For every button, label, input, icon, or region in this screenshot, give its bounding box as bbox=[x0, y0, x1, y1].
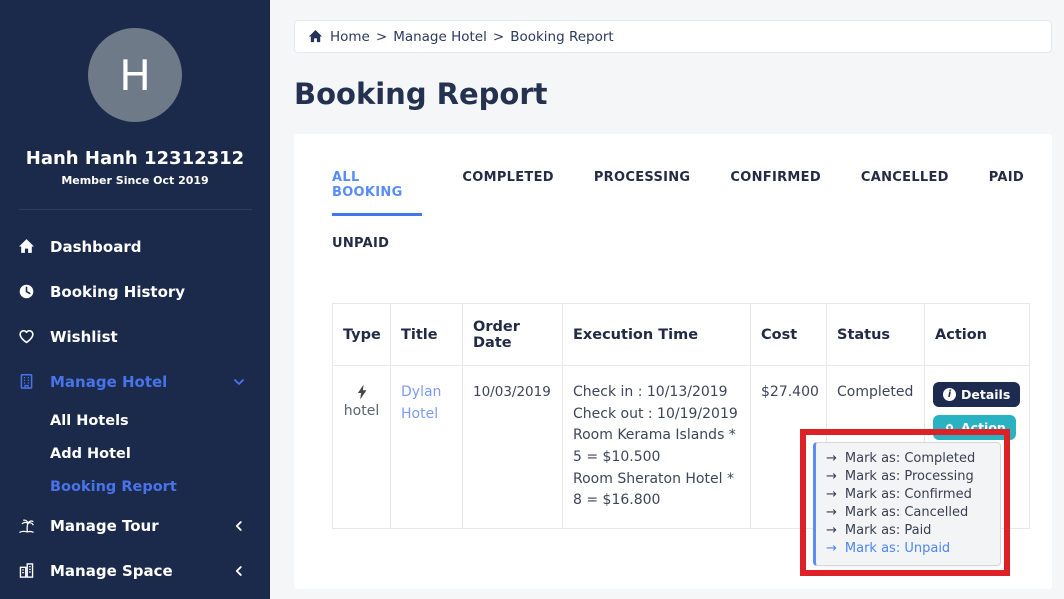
cell-order-date: 10/03/2019 bbox=[463, 366, 563, 529]
cost-value: $27.400 bbox=[761, 384, 819, 400]
menu-item-label: Mark as: Cancelled bbox=[845, 504, 968, 522]
menu-item-mark-confirmed[interactable]: → Mark as: Confirmed bbox=[816, 486, 1000, 504]
lightning-bolt-icon bbox=[355, 384, 369, 401]
menu-item-mark-completed[interactable]: → Mark as: Completed bbox=[816, 450, 1000, 468]
gears-icon bbox=[943, 421, 956, 434]
city-building-icon bbox=[18, 562, 35, 579]
arrow-right-icon: → bbox=[826, 540, 837, 558]
home-icon bbox=[308, 29, 323, 44]
sidebar-item-label: Manage Space bbox=[50, 562, 173, 580]
type-label: hotel bbox=[344, 403, 379, 419]
member-since: Member Since Oct 2019 bbox=[0, 174, 270, 187]
col-status: Status bbox=[827, 304, 925, 366]
tabs-row-2: UNPAID bbox=[332, 236, 1024, 267]
tab-cancelled[interactable]: CANCELLED bbox=[861, 170, 949, 216]
menu-item-label: Mark as: Paid bbox=[845, 522, 932, 540]
breadcrumb-home[interactable]: Home bbox=[330, 29, 370, 45]
cell-title: Dylan Hotel bbox=[391, 366, 463, 529]
menu-item-label: Mark as: Processing bbox=[845, 468, 974, 486]
table-header-row: Type Title Order Date Execution Time Cos… bbox=[333, 304, 1030, 366]
palm-tree-icon bbox=[18, 517, 35, 534]
user-name: Hanh Hanh 12312312 bbox=[0, 148, 270, 169]
sidebar-item-manage-space[interactable]: Manage Space bbox=[0, 548, 270, 593]
action-button[interactable]: Action bbox=[933, 415, 1016, 440]
hotel-title-link[interactable]: Dylan Hotel bbox=[401, 384, 441, 422]
arrow-right-icon: → bbox=[826, 504, 837, 522]
sidebar-item-label: Wishlist bbox=[50, 328, 118, 346]
sidebar-subitem-label: Add Hotel bbox=[50, 446, 131, 462]
tab-all-booking[interactable]: ALL BOOKING bbox=[332, 170, 422, 216]
col-execution-time: Execution Time bbox=[563, 304, 751, 366]
action-button-label: Action bbox=[961, 420, 1006, 435]
sidebar-item-label: Dashboard bbox=[50, 238, 141, 256]
sidebar-item-label: Manage Hotel bbox=[50, 373, 167, 391]
cell-type: hotel bbox=[333, 366, 391, 529]
col-action: Action bbox=[925, 304, 1030, 366]
mark-as-dropdown: → Mark as: Completed → Mark as: Processi… bbox=[813, 442, 1001, 566]
info-icon: i bbox=[943, 388, 956, 401]
tab-paid[interactable]: PAID bbox=[989, 170, 1024, 216]
chevron-down-icon bbox=[232, 375, 246, 389]
sidebar-subitem-add-hotel[interactable]: Add Hotel bbox=[0, 437, 270, 470]
heart-icon bbox=[18, 328, 35, 345]
clock-icon bbox=[18, 283, 35, 300]
sidebar-item-manage-tour[interactable]: Manage Tour bbox=[0, 503, 270, 548]
sidebar-item-label: Booking History bbox=[50, 283, 185, 301]
sidebar-subitem-booking-report[interactable]: Booking Report bbox=[0, 470, 270, 503]
execution-line: Check in : 10/13/2019 bbox=[573, 382, 740, 404]
hotel-building-icon bbox=[18, 373, 35, 390]
col-title: Title bbox=[391, 304, 463, 366]
tab-processing[interactable]: PROCESSING bbox=[594, 170, 691, 216]
order-date: 10/03/2019 bbox=[473, 384, 551, 400]
sidebar: H Hanh Hanh 12312312 Member Since Oct 20… bbox=[0, 0, 270, 599]
tabs: ALL BOOKING COMPLETED PROCESSING CONFIRM… bbox=[332, 170, 1024, 216]
sidebar-item-dashboard[interactable]: Dashboard bbox=[0, 224, 270, 269]
execution-line: Check out : 10/19/2019 bbox=[573, 404, 740, 426]
col-type: Type bbox=[333, 304, 391, 366]
arrow-right-icon: → bbox=[826, 450, 837, 468]
tab-unpaid[interactable]: UNPAID bbox=[332, 236, 389, 267]
avatar: H bbox=[88, 28, 182, 122]
sidebar-item-booking-history[interactable]: Booking History bbox=[0, 269, 270, 314]
main-content: Home > Manage Hotel > Booking Report Boo… bbox=[270, 0, 1064, 599]
col-cost: Cost bbox=[751, 304, 827, 366]
menu-item-mark-unpaid[interactable]: → Mark as: Unpaid bbox=[816, 540, 1000, 558]
page-title: Booking Report bbox=[294, 77, 1064, 111]
details-button-label: Details bbox=[961, 387, 1010, 402]
menu-item-label: Mark as: Completed bbox=[845, 450, 975, 468]
menu-item-label: Mark as: Confirmed bbox=[845, 486, 972, 504]
tab-confirmed[interactable]: CONFIRMED bbox=[730, 170, 821, 216]
breadcrumb-separator: > bbox=[493, 29, 504, 45]
breadcrumb: Home > Manage Hotel > Booking Report bbox=[294, 20, 1052, 53]
execution-line: Room Sheraton Hotel * 8 = $16.800 bbox=[573, 469, 740, 512]
home-icon bbox=[18, 238, 35, 255]
sidebar-item-label: Manage Tour bbox=[50, 517, 159, 535]
status-value: Completed bbox=[837, 384, 913, 400]
details-button[interactable]: i Details bbox=[933, 382, 1020, 407]
sidebar-item-wishlist[interactable]: Wishlist bbox=[0, 314, 270, 359]
sidebar-menu: Dashboard Booking History Wishlist Manag… bbox=[0, 224, 270, 593]
cell-execution-time: Check in : 10/13/2019 Check out : 10/19/… bbox=[563, 366, 751, 529]
sidebar-subitem-label: All Hotels bbox=[50, 413, 129, 429]
breadcrumb-current: Booking Report bbox=[510, 29, 614, 45]
chevron-left-icon bbox=[232, 519, 246, 533]
sidebar-divider bbox=[18, 209, 252, 210]
menu-item-label: Mark as: Unpaid bbox=[845, 540, 950, 558]
arrow-right-icon: → bbox=[826, 486, 837, 504]
menu-item-mark-cancelled[interactable]: → Mark as: Cancelled bbox=[816, 504, 1000, 522]
execution-line: Room Kerama Islands * 5 = $10.500 bbox=[573, 425, 740, 468]
breadcrumb-separator: > bbox=[376, 29, 387, 45]
tab-completed[interactable]: COMPLETED bbox=[462, 170, 553, 216]
chevron-left-icon bbox=[232, 564, 246, 578]
menu-item-mark-processing[interactable]: → Mark as: Processing bbox=[816, 468, 1000, 486]
col-order-date: Order Date bbox=[463, 304, 563, 366]
menu-item-mark-paid[interactable]: → Mark as: Paid bbox=[816, 522, 1000, 540]
sidebar-subitem-label: Booking Report bbox=[50, 479, 177, 495]
sidebar-subitem-all-hotels[interactable]: All Hotels bbox=[0, 404, 270, 437]
avatar-letter: H bbox=[119, 51, 151, 100]
arrow-right-icon: → bbox=[826, 522, 837, 540]
sidebar-item-manage-hotel[interactable]: Manage Hotel bbox=[0, 359, 270, 404]
breadcrumb-manage-hotel[interactable]: Manage Hotel bbox=[393, 29, 487, 45]
arrow-right-icon: → bbox=[826, 468, 837, 486]
